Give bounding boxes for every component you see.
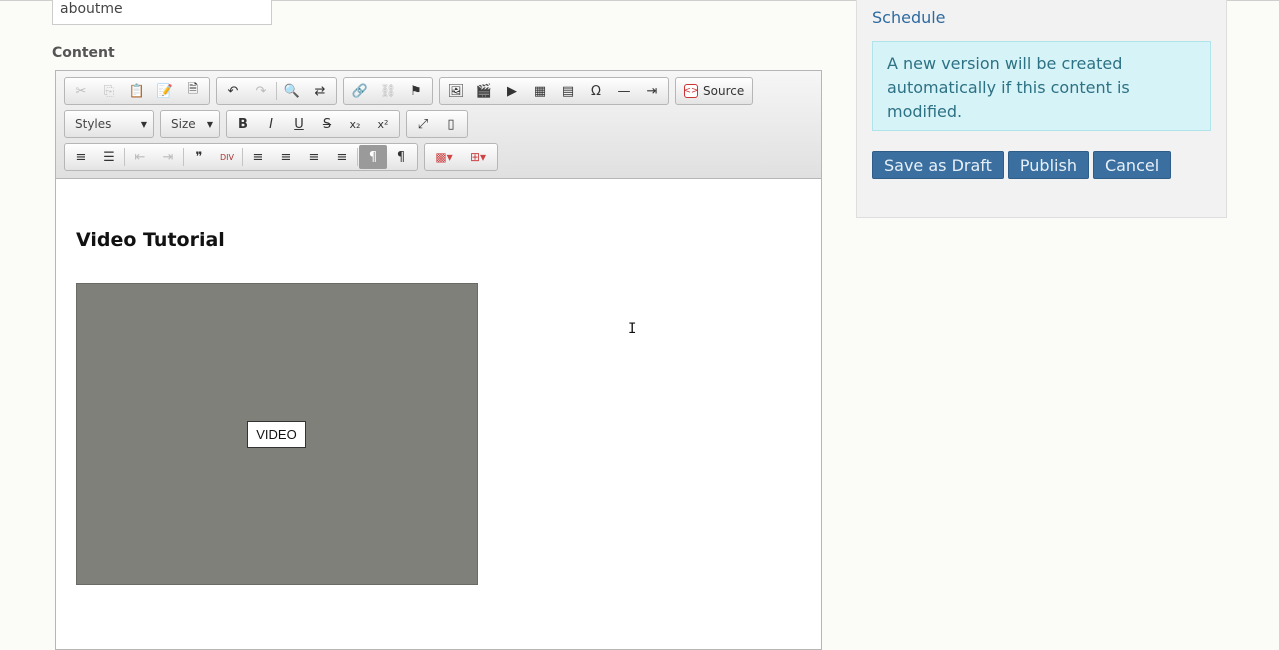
history-group: ↶ ↷ 🔍 ⇄: [216, 77, 337, 105]
blockquote-icon[interactable]: ❞: [185, 145, 213, 169]
editor-toolbar: ✂ ⎘ 📋 📝 🗎 ↶ ↷ 🔍 ⇄ 🔗 ⛓ ⚑ 🖼 🎬 ▶ ▦ ▤ Ω — ⇥ <> Source Styles…: [56, 71, 821, 179]
align-center-icon[interactable]: ≡: [272, 145, 300, 169]
find-icon[interactable]: 🔍: [278, 79, 306, 103]
redo-icon[interactable]: ↷: [247, 79, 275, 103]
video-icon[interactable]: 🎬: [470, 79, 498, 103]
version-notice: A new version will be created automatica…: [872, 41, 1211, 131]
source-icon: <>: [683, 84, 699, 98]
underline-icon[interactable]: U: [285, 112, 313, 136]
bold-icon[interactable]: B: [229, 112, 257, 136]
rtl-icon[interactable]: ¶: [387, 145, 415, 169]
italic-icon[interactable]: I: [257, 112, 285, 136]
clipboard-group: ✂ ⎘ 📋 📝 🗎: [64, 77, 210, 105]
video-placeholder[interactable]: VIDEO: [76, 283, 478, 585]
image-icon[interactable]: 🖼: [442, 79, 470, 103]
content-heading: Video Tutorial: [76, 229, 225, 251]
text-color-icon[interactable]: ▩▾: [427, 145, 461, 169]
special-char-icon[interactable]: Ω: [582, 79, 610, 103]
bulleted-list-icon[interactable]: ☰: [95, 145, 123, 169]
editor-content-area[interactable]: Video Tutorial VIDEO: [56, 179, 821, 649]
insert-group: 🖼 🎬 ▶ ▦ ▤ Ω — ⇥: [439, 77, 669, 105]
paste-word-icon[interactable]: 🗎: [179, 79, 207, 103]
anchor-icon[interactable]: ⚑: [402, 79, 430, 103]
size-label: Size: [171, 117, 196, 131]
justify-icon[interactable]: ≡: [328, 145, 356, 169]
slug-input[interactable]: aboutme: [52, 0, 272, 25]
toolbar-separator: [183, 148, 184, 166]
toolbar-separator: [124, 148, 125, 166]
align-left-icon[interactable]: ≡: [244, 145, 272, 169]
ltr-icon[interactable]: ¶: [359, 145, 387, 169]
source-label: Source: [703, 84, 745, 98]
action-buttons: Save as Draft Publish Cancel: [872, 151, 1175, 179]
div-icon[interactable]: DIV: [213, 145, 241, 169]
toolbar-separator: [242, 148, 243, 166]
chevron-down-icon: ▼: [140, 119, 147, 129]
toolbar-separator: [357, 148, 358, 166]
table-icon[interactable]: ▦: [526, 79, 554, 103]
size-dropdown[interactable]: Size ▼: [160, 110, 220, 138]
youtube-icon[interactable]: ▶: [498, 79, 526, 103]
show-blocks-icon[interactable]: ▯: [437, 112, 465, 136]
video-label: VIDEO: [247, 421, 306, 448]
strikethrough-icon[interactable]: S: [313, 112, 341, 136]
extras-group: ▩▾ ⊞▾: [424, 143, 498, 171]
undo-icon[interactable]: ↶: [219, 79, 247, 103]
basic-styles-group: B I U Sx₂ x²: [226, 110, 400, 138]
save-draft-button[interactable]: Save as Draft: [872, 151, 1004, 179]
toolbar-separator: [276, 82, 277, 100]
indent-icon[interactable]: ⇥: [154, 145, 182, 169]
table-menu-icon[interactable]: ⊞▾: [461, 145, 495, 169]
content-label: Content: [52, 45, 115, 61]
publish-panel: Schedule A new version will be created a…: [856, 0, 1227, 218]
tools-group: ⤢ ▯: [406, 110, 468, 138]
maximize-icon[interactable]: ⤢: [409, 112, 437, 136]
cut-icon[interactable]: ✂: [67, 79, 95, 103]
toolbar-row-1: ✂ ⎘ 📋 📝 🗎 ↶ ↷ 🔍 ⇄ 🔗 ⛓ ⚑ 🖼 🎬 ▶ ▦ ▤ Ω — ⇥ <> Source: [64, 77, 759, 105]
numbered-list-icon[interactable]: ≡: [67, 145, 95, 169]
outdent-icon[interactable]: ⇤: [126, 145, 154, 169]
rich-text-editor: ✂ ⎘ 📋 📝 🗎 ↶ ↷ 🔍 ⇄ 🔗 ⛓ ⚑ 🖼 🎬 ▶ ▦ ▤ Ω — ⇥ <> Source Styles…: [55, 70, 822, 650]
publish-button[interactable]: Publish: [1007, 151, 1089, 179]
toolbar-row-2: Styles ▼ Size ▼ B I U Sx₂ x² ⤢ ▯: [64, 110, 474, 138]
source-group: <> Source: [675, 77, 754, 105]
styles-label: Styles: [75, 117, 112, 131]
copy-icon[interactable]: ⎘: [95, 79, 123, 103]
chevron-down-icon: ▼: [206, 119, 213, 129]
horizontal-rule-icon[interactable]: —: [610, 79, 638, 103]
align-right-icon[interactable]: ≡: [300, 145, 328, 169]
link-icon[interactable]: 🔗: [346, 79, 374, 103]
iframe-icon[interactable]: ▤: [554, 79, 582, 103]
paste-text-icon[interactable]: 📝: [151, 79, 179, 103]
superscript-icon[interactable]: x²: [369, 112, 397, 136]
links-group: 🔗 ⛓ ⚑: [343, 77, 433, 105]
source-button[interactable]: <> Source: [678, 84, 750, 98]
text-cursor-icon: I: [628, 321, 637, 337]
paste-icon[interactable]: 📋: [123, 79, 151, 103]
replace-icon[interactable]: ⇄: [306, 79, 334, 103]
page-break-icon[interactable]: ⇥: [638, 79, 666, 103]
cancel-button[interactable]: Cancel: [1092, 151, 1172, 179]
toolbar-row-3: ≡ ☰ ⇤ ⇥ ❞ DIV ≡ ≡ ≡ ≡ ¶ ¶ ▩▾ ⊞▾: [64, 143, 504, 171]
unlink-icon[interactable]: ⛓: [374, 79, 402, 103]
subscript-icon[interactable]: x₂: [341, 112, 369, 136]
paragraph-group: ≡ ☰ ⇤ ⇥ ❞ DIV ≡ ≡ ≡ ≡ ¶ ¶: [64, 143, 418, 171]
styles-dropdown[interactable]: Styles ▼: [64, 110, 154, 138]
schedule-link[interactable]: Schedule: [872, 8, 946, 27]
